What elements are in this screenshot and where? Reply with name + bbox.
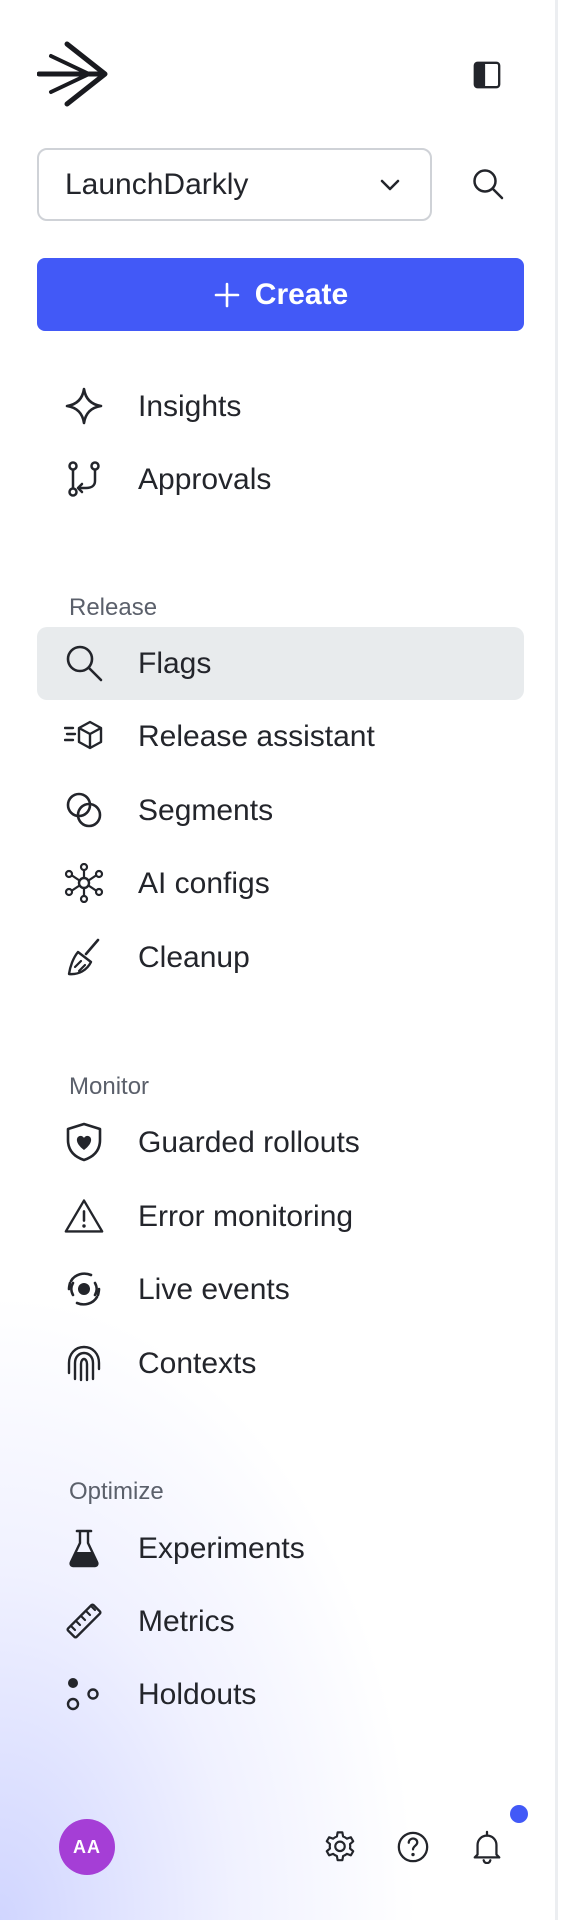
sparkle-icon	[64, 386, 104, 426]
nav-item-label: Insights	[138, 389, 242, 423]
create-label: Create	[254, 277, 349, 311]
section-label-monitor: Monitor	[69, 1073, 150, 1100]
nav-item-metrics[interactable]: Metrics	[37, 1585, 524, 1658]
settings-button[interactable]	[321, 1828, 359, 1866]
nav-item-label: Cleanup	[138, 940, 250, 974]
nav-item-label: Guarded rollouts	[138, 1125, 360, 1159]
ai-configs-icon	[64, 863, 104, 903]
notification-badge	[510, 1805, 528, 1823]
segments-icon	[64, 790, 104, 830]
nav-item-label: AI configs	[138, 866, 270, 900]
section-label-release: Release	[69, 594, 158, 621]
nav-item-label: Contexts	[138, 1346, 257, 1380]
search-icon	[471, 167, 505, 201]
nav-item-contexts[interactable]: Contexts	[37, 1327, 524, 1400]
live-events-icon	[64, 1269, 104, 1309]
nav-item-flags[interactable]: Flags	[37, 627, 524, 700]
nav-item-label: Segments	[138, 793, 274, 827]
chevron-down-icon	[376, 171, 404, 199]
gear-icon	[323, 1830, 357, 1864]
nav-item-live-events[interactable]: Live events	[37, 1253, 524, 1326]
search-button[interactable]	[467, 163, 509, 205]
nav-item-ai-configs[interactable]: AI configs	[37, 847, 524, 920]
nav-item-guarded-rollouts[interactable]: Guarded rollouts	[37, 1106, 524, 1179]
nav-item-label: Holdouts	[138, 1677, 257, 1711]
collapse-sidebar-button[interactable]	[467, 55, 507, 95]
nav-item-segments[interactable]: Segments	[37, 774, 524, 847]
nav-item-cleanup[interactable]: Cleanup	[37, 921, 524, 994]
fingerprint-icon	[64, 1343, 104, 1383]
nav-item-label: Metrics	[138, 1604, 235, 1638]
bell-icon	[470, 1830, 504, 1864]
user-avatar[interactable]: AA	[59, 1819, 115, 1875]
sidebar: LaunchDarkly Create Insights Approvals R…	[0, 0, 558, 1920]
project-name: LaunchDarkly	[65, 167, 249, 201]
nav-item-experiments[interactable]: Experiments	[37, 1512, 524, 1585]
warning-triangle-icon	[64, 1196, 104, 1236]
nav-item-holdouts[interactable]: Holdouts	[37, 1658, 524, 1731]
nav-item-label: Approvals	[138, 462, 272, 496]
nav-item-release-assistant[interactable]: Release assistant	[37, 700, 524, 773]
notifications-button[interactable]	[468, 1828, 506, 1866]
nav-item-label: Experiments	[138, 1531, 305, 1565]
nav-item-label: Flags	[138, 646, 212, 680]
approvals-icon	[64, 459, 104, 499]
create-button[interactable]: Create	[37, 258, 524, 331]
broom-icon	[64, 937, 104, 977]
section-label-optimize: Optimize	[69, 1478, 164, 1505]
project-selector[interactable]: LaunchDarkly	[37, 148, 432, 221]
release-assistant-icon	[64, 716, 104, 756]
nav-item-label: Error monitoring	[138, 1199, 354, 1233]
help-circle-icon	[396, 1830, 430, 1864]
shield-heart-icon	[64, 1122, 104, 1162]
nav-item-label: Live events	[138, 1272, 290, 1306]
flask-icon	[64, 1528, 104, 1568]
ruler-icon	[64, 1601, 104, 1641]
nav-item-insights[interactable]: Insights	[37, 370, 524, 443]
help-button[interactable]	[394, 1828, 432, 1866]
sidebar-toggle-icon	[472, 60, 502, 90]
nav-item-error-monitoring[interactable]: Error monitoring	[37, 1180, 524, 1253]
nav-item-approvals[interactable]: Approvals	[37, 443, 524, 516]
plus-icon	[213, 281, 241, 309]
holdouts-icon	[64, 1674, 104, 1714]
search-icon	[64, 643, 104, 683]
launchdarkly-logo-icon[interactable]	[37, 38, 109, 110]
nav-item-label: Release assistant	[138, 719, 375, 753]
